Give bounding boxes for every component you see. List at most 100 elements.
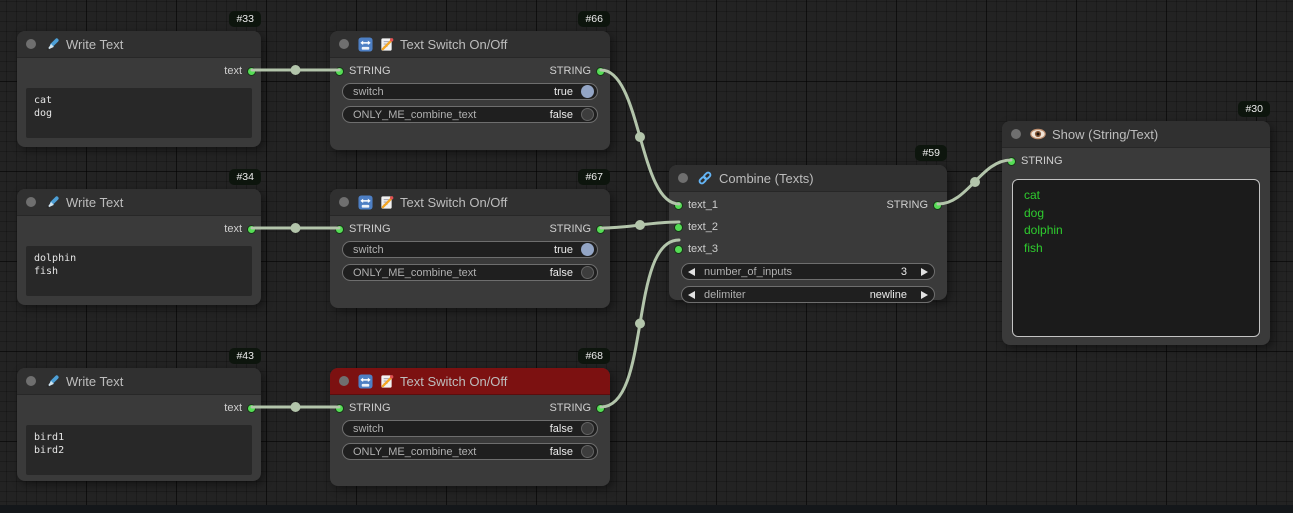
collapse-dot[interactable] (1011, 129, 1021, 139)
widget-label: ONLY_ME_combine_text (353, 446, 476, 458)
input-port[interactable] (674, 223, 683, 232)
node-title: Show (String/Text) (1052, 127, 1158, 142)
switch-widget[interactable]: switch true (342, 241, 598, 258)
node-titlebar[interactable]: Text Switch On/Off (330, 189, 610, 216)
left-right-arrows-icon (358, 37, 373, 52)
node-titlebar[interactable]: Write Text (17, 31, 261, 58)
collapse-dot[interactable] (678, 173, 688, 183)
widget-value: true (554, 86, 573, 98)
node-titlebar[interactable]: Combine (Texts) (669, 165, 947, 192)
widget-value: false (550, 109, 573, 121)
input-port[interactable] (1007, 157, 1016, 166)
show-output-box: cat dog dolphin fish (1012, 179, 1260, 337)
collapse-dot[interactable] (26, 39, 36, 49)
node-text-switch-68[interactable]: #68 Text Switch On/Off STRING STRING swi… (330, 368, 610, 486)
widget-label: switch (353, 244, 384, 256)
node-title: Text Switch On/Off (400, 37, 507, 52)
wire (601, 222, 679, 228)
node-show-string-30[interactable]: #30 Show (String/Text) STRING cat dog do… (1002, 121, 1270, 345)
memo-icon (379, 195, 394, 210)
canvas-bottom-strip (0, 505, 1293, 513)
output-port[interactable] (247, 67, 256, 76)
wire-midpoint-dot (291, 65, 301, 75)
text-input[interactable]: dolphin fish (26, 246, 252, 296)
node-id-badge: #66 (578, 11, 610, 27)
node-combine-texts-59[interactable]: #59 Combine (Texts) text_1 STRING text_2… (669, 165, 947, 300)
widget-value: true (554, 244, 573, 256)
decrement-arrow-icon[interactable] (688, 291, 695, 299)
text-input[interactable]: cat dog (26, 88, 252, 138)
collapse-dot[interactable] (339, 39, 349, 49)
output-port[interactable] (247, 225, 256, 234)
widget-value: false (550, 267, 573, 279)
toggle-knob[interactable] (581, 85, 594, 98)
node-id-badge: #68 (578, 348, 610, 364)
toggle-knob[interactable] (581, 445, 594, 458)
input-port-label: text_1 (688, 199, 718, 211)
output-port[interactable] (596, 225, 605, 234)
switch-widget[interactable]: switch true (342, 83, 598, 100)
node-id-badge: #33 (229, 11, 261, 27)
input-port-label: text_3 (688, 243, 718, 255)
node-titlebar[interactable]: Show (String/Text) (1002, 121, 1270, 148)
toggle-knob[interactable] (581, 108, 594, 121)
memo-icon (379, 37, 394, 52)
input-port[interactable] (674, 201, 683, 210)
node-titlebar[interactable]: Write Text (17, 368, 261, 395)
combine-text-widget[interactable]: ONLY_ME_combine_text false (342, 264, 598, 281)
node-title: Write Text (66, 374, 123, 389)
increment-arrow-icon[interactable] (921, 268, 928, 276)
node-id-badge: #30 (1238, 101, 1270, 117)
widget-value: false (550, 446, 573, 458)
toggle-knob[interactable] (581, 422, 594, 435)
wire (601, 70, 679, 204)
node-titlebar-error[interactable]: Text Switch On/Off (330, 368, 610, 395)
wire-midpoint-dot (291, 402, 301, 412)
widget-value: false (550, 423, 573, 435)
combine-text-widget[interactable]: ONLY_ME_combine_text false (342, 106, 598, 123)
output-port[interactable] (596, 67, 605, 76)
node-graph-canvas[interactable]: #33 Write Text text cat dog #34 Write Te… (0, 0, 1293, 513)
widget-value: newline (870, 289, 907, 301)
node-write-text-43[interactable]: #43 Write Text text bird1 bird2 (17, 368, 261, 481)
input-port-label: STRING (349, 65, 391, 77)
node-title: Text Switch On/Off (400, 195, 507, 210)
collapse-dot[interactable] (26, 376, 36, 386)
delimiter-widget[interactable]: delimiter newline (681, 286, 935, 303)
output-port-label: text (224, 223, 242, 235)
increment-arrow-icon[interactable] (921, 291, 928, 299)
input-port[interactable] (335, 404, 344, 413)
input-port[interactable] (674, 245, 683, 254)
output-port[interactable] (247, 404, 256, 413)
node-write-text-34[interactable]: #34 Write Text text dolphin fish (17, 189, 261, 305)
node-write-text-33[interactable]: #33 Write Text text cat dog (17, 31, 261, 147)
decrement-arrow-icon[interactable] (688, 268, 695, 276)
input-port[interactable] (335, 67, 344, 76)
memo-icon (379, 374, 394, 389)
collapse-dot[interactable] (339, 376, 349, 386)
node-text-switch-66[interactable]: #66 Text Switch On/Off STRING STRING swi… (330, 31, 610, 150)
text-input[interactable]: bird1 bird2 (26, 425, 252, 475)
node-text-switch-67[interactable]: #67 Text Switch On/Off STRING STRING swi… (330, 189, 610, 308)
node-titlebar[interactable]: Text Switch On/Off (330, 31, 610, 58)
toggle-knob[interactable] (581, 266, 594, 279)
output-port-label: STRING (549, 223, 591, 235)
wire (938, 160, 1011, 204)
widget-label: delimiter (704, 289, 746, 301)
output-port[interactable] (596, 404, 605, 413)
wire-midpoint-dot (291, 223, 301, 233)
toggle-knob[interactable] (581, 243, 594, 256)
combine-text-widget[interactable]: ONLY_ME_combine_text false (342, 443, 598, 460)
collapse-dot[interactable] (339, 197, 349, 207)
output-port-label: text (224, 65, 242, 77)
left-right-arrows-icon (358, 195, 373, 210)
node-titlebar[interactable]: Write Text (17, 189, 261, 216)
number-of-inputs-widget[interactable]: number_of_inputs 3 (681, 263, 935, 280)
widget-label: ONLY_ME_combine_text (353, 267, 476, 279)
output-port-label: STRING (886, 199, 928, 211)
input-port[interactable] (335, 225, 344, 234)
output-port[interactable] (933, 201, 942, 210)
switch-widget[interactable]: switch false (342, 420, 598, 437)
collapse-dot[interactable] (26, 197, 36, 207)
node-title: Write Text (66, 195, 123, 210)
